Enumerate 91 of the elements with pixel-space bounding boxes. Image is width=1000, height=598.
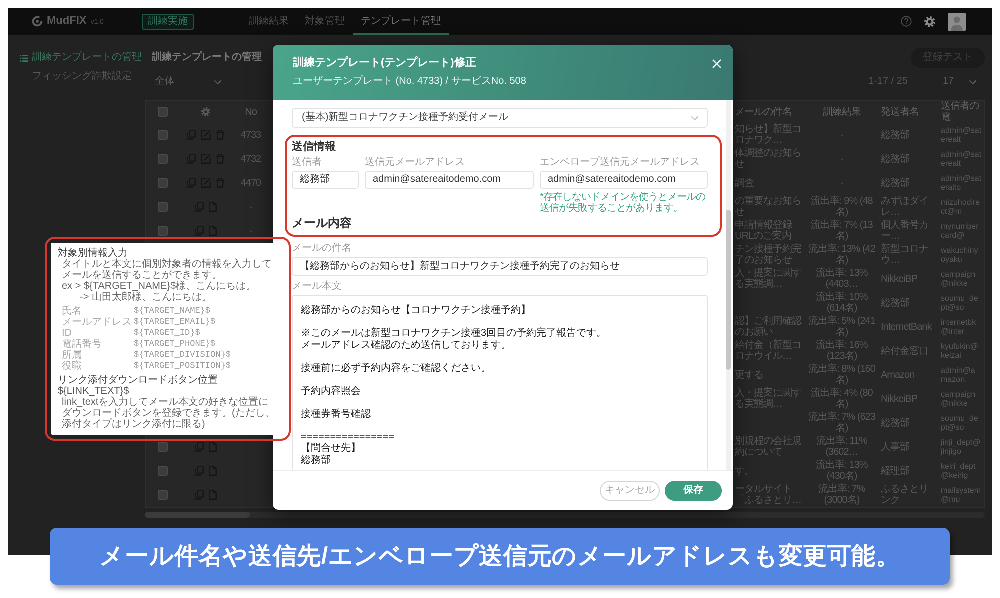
column-header: 送信者の電 bbox=[940, 101, 980, 123]
logo-icon bbox=[32, 16, 43, 27]
nav-tab[interactable]: 訓練結果 bbox=[240, 8, 297, 35]
checkbox[interactable] bbox=[158, 202, 168, 212]
caret-icon bbox=[214, 80, 222, 84]
variable-code: ${TARGET_POSITION}$ bbox=[134, 361, 231, 372]
column-header: 訓練結果 bbox=[822, 106, 862, 120]
template-dropdown[interactable]: (基本)新型コロナワクチン接種予約受付メール bbox=[292, 108, 708, 128]
text-line: 【問合せ先】 bbox=[301, 443, 362, 454]
text-line: ================ bbox=[301, 432, 396, 442]
variable-label: メールアドレス bbox=[62, 317, 133, 328]
table-cell-text: - bbox=[248, 224, 254, 238]
save-button[interactable]: 保存 bbox=[665, 480, 722, 500]
checkbox[interactable] bbox=[158, 466, 168, 476]
sidebar-item[interactable]: 訓練テンプレートの管理 bbox=[8, 51, 145, 65]
nav-tab[interactable]: テンプレート管理 bbox=[352, 8, 449, 35]
document-icon[interactable] bbox=[209, 442, 217, 452]
action-button[interactable]: 訓練実施 bbox=[142, 14, 194, 30]
variable-code: ${TARGET_DIVISION}$ bbox=[134, 350, 231, 361]
example-result-text: -> 山田太郎様、こんにちは。 bbox=[79, 292, 213, 303]
field-label: エンベロープ送信元メールアドレス bbox=[540, 157, 701, 169]
text-line: 予約内容照会 bbox=[301, 386, 362, 397]
nav-tab[interactable]: 対象管理 bbox=[296, 8, 353, 35]
checkbox[interactable] bbox=[158, 178, 168, 188]
popover-title: リンク添付ダウンロードボタン位置 bbox=[58, 375, 219, 386]
text-line: メールアドレス確認のため送信しております。 bbox=[301, 340, 512, 351]
checkbox[interactable] bbox=[158, 226, 168, 236]
copy-icon[interactable] bbox=[195, 226, 204, 236]
logo-text: MudFIX bbox=[47, 15, 87, 28]
checkbox[interactable] bbox=[158, 130, 168, 140]
list-icon bbox=[20, 54, 28, 62]
scrollbar-thumb[interactable] bbox=[726, 210, 731, 370]
input-field[interactable]: admin@satereaitodemo.com bbox=[540, 171, 708, 189]
scrollbar-thumb[interactable] bbox=[145, 512, 250, 518]
text-line: 接種前に必ず予約内容をご確認ください。 bbox=[301, 362, 492, 374]
section-heading: 送信情報 bbox=[292, 140, 337, 154]
document-icon[interactable] bbox=[209, 226, 217, 236]
subject-field[interactable]: 【総務部からのお知らせ】新型コロナワクチン接種予約完了のお知らせ bbox=[292, 257, 708, 276]
popover-text: タイトルと本文に個別対象者の情報を入力してメールを送信することができます。 bbox=[61, 259, 273, 281]
table-cell-text: - bbox=[840, 176, 844, 190]
text-line: 総務部からのお知らせ【コロナワクチン接種予約】 bbox=[301, 305, 532, 316]
checkbox[interactable] bbox=[158, 490, 168, 500]
table-cell-text: - bbox=[840, 128, 844, 142]
input-field[interactable]: admin@satereaitodemo.com bbox=[365, 171, 534, 189]
variable-label: ID bbox=[62, 328, 72, 339]
popover-title: 対象別情報入力 bbox=[58, 248, 128, 259]
dialog-title: 訓練テンプレート(テンプレート)修正 bbox=[293, 56, 478, 70]
variable-label: 所属 bbox=[62, 350, 83, 361]
variable-code: ${TARGET_EMAIL}$ bbox=[134, 317, 216, 328]
variable-code: ${TARGET_NAME}$ bbox=[134, 306, 211, 317]
section-heading: メール内容 bbox=[292, 216, 353, 231]
example-text: ex > ${TARGET_NAME}$様、こんにちは。 bbox=[61, 281, 258, 292]
caret-icon bbox=[691, 116, 699, 120]
page-title: 訓練テンプレートの管理 bbox=[152, 52, 262, 64]
dialog-subtitle: ユーザーテンプレート (No. 4733) / サービスNo. 508 bbox=[293, 76, 526, 88]
field-label: 送信者 bbox=[292, 157, 323, 169]
settings-icon[interactable] bbox=[924, 16, 936, 28]
help-icon[interactable] bbox=[901, 16, 912, 27]
variable-label: 電話番号 bbox=[62, 339, 103, 350]
filter-dropdown[interactable]: 全体 bbox=[155, 76, 222, 88]
table-cell-text: - bbox=[248, 200, 254, 214]
caret-icon bbox=[969, 80, 977, 84]
field-label: 送信元メールアドレス bbox=[365, 157, 466, 169]
scrollbar[interactable] bbox=[726, 100, 731, 470]
code-text: ${LINK_TEXT}$ bbox=[58, 386, 130, 397]
popover-text: link_textを入力してメール本文の好きな位置にダウンロードボタンを登録できます。(ただし、添付タイプはリンク添付に限る) bbox=[61, 397, 276, 430]
avatar-icon[interactable] bbox=[948, 12, 966, 30]
column-header: 発送者名 bbox=[880, 106, 920, 120]
close-icon[interactable] bbox=[712, 59, 722, 69]
body-textarea[interactable]: 総務部からのお知らせ【コロナワクチン接種予約】 ※このメールは新型コロナワクチン接種3回目の予約完了報告です。 メールアドレス確認のため送信しております。 接種前に必ず予約内容をご確認ください。 予約内容照会 接種券番号確認 ================ 【問合せ先】 総務部 bbox=[292, 295, 708, 470]
variable-label: 氏名 bbox=[62, 306, 83, 317]
variable-label: 役職 bbox=[62, 361, 83, 372]
scrollbar[interactable] bbox=[145, 512, 985, 518]
input-field[interactable]: 総務部 bbox=[292, 171, 359, 189]
text-line: ※このメールは新型コロナワクチン接種3回目の予約完了報告です。 bbox=[301, 328, 608, 340]
variable-code: ${TARGET_PHONE}$ bbox=[134, 339, 216, 350]
text-line: 総務部 bbox=[301, 454, 332, 466]
checkbox[interactable] bbox=[158, 106, 168, 117]
field-label: メールの件名 bbox=[292, 243, 353, 255]
checkbox[interactable] bbox=[158, 154, 168, 164]
caption-text: メール件名や送信先/エンベロープ送信元のメールアドレスも変更可能。 bbox=[100, 542, 900, 570]
cancel-button[interactable]: キャンセル bbox=[600, 480, 660, 500]
checkbox[interactable] bbox=[158, 442, 168, 452]
hint-text: *存在しないドメインを使うとメールの送信が失敗することがあります。 bbox=[540, 192, 707, 214]
copy-icon[interactable] bbox=[195, 442, 204, 452]
text-line: 接種券番号確認 bbox=[301, 408, 372, 420]
table-cell-text: - bbox=[840, 152, 844, 166]
column-header: No bbox=[244, 106, 258, 120]
page-size-dropdown[interactable]: 17 bbox=[943, 76, 977, 88]
variable-code: ${TARGET_ID}$ bbox=[134, 328, 200, 339]
field-label: メール本文 bbox=[292, 281, 343, 293]
